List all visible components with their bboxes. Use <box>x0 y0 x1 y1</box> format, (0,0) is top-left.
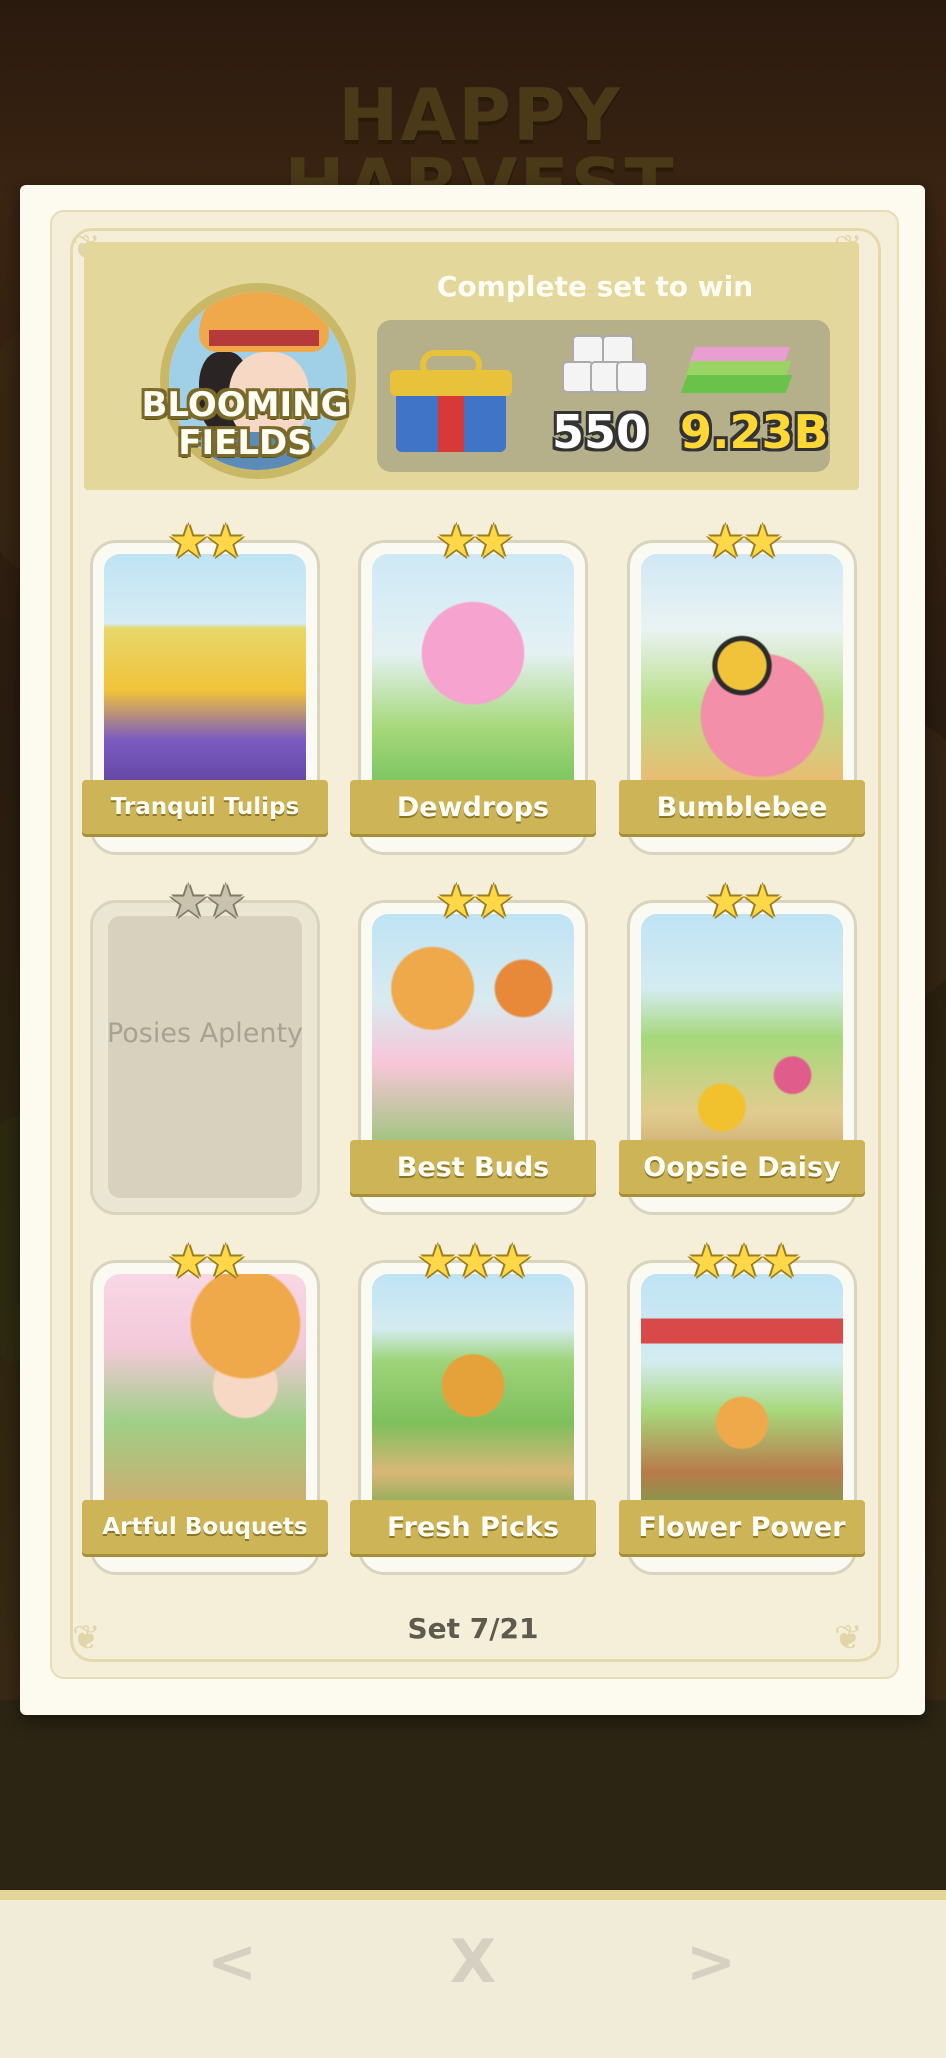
card-dewdrops[interactable]: Dewdrops ★★ <box>350 518 596 855</box>
card-stars: ★★ <box>435 874 514 928</box>
card-stars: ★★ <box>167 1234 246 1288</box>
card-name: Fresh Picks <box>350 1500 596 1554</box>
previous-set-button[interactable]: < <box>192 1912 272 2012</box>
next-set-button[interactable]: > <box>671 1912 751 2012</box>
corner-leaf-icon: ❦ <box>834 1618 863 1658</box>
card-oopsie-daisy[interactable]: Oopsie Daisy ★★ <box>619 878 865 1215</box>
card-name: Best Buds <box>350 1140 596 1194</box>
card-name: Oopsie Daisy <box>619 1140 865 1194</box>
card-stars: ★★ <box>704 874 783 928</box>
card-posies-aplenty-locked[interactable]: Posies Aplenty ★★ <box>90 878 320 1215</box>
card-art <box>641 554 843 802</box>
card-art <box>641 914 843 1162</box>
card-name: Bumblebee <box>619 780 865 834</box>
background-hud <box>0 1700 946 1890</box>
card-stars: ★★★ <box>417 1234 533 1288</box>
card-bumblebee[interactable]: Bumblebee ★★ <box>619 518 865 855</box>
set-name: BLOOMING FIELDS <box>141 385 349 463</box>
close-button[interactable]: X <box>433 1912 513 2012</box>
gift-box-icon <box>390 350 512 455</box>
set-progress-label: Set 7/21 <box>407 1612 539 1645</box>
card-name: Dewdrops <box>350 780 596 834</box>
card-stars: ★★ <box>167 514 246 568</box>
card-name: Artful Bouquets <box>82 1500 328 1554</box>
dice-icon <box>562 335 648 395</box>
card-name: Posies Aplenty <box>106 1018 304 1049</box>
card-art <box>641 1274 843 1522</box>
dice-reward-count: 550 <box>552 405 649 459</box>
cash-reward-amount: 9.23B <box>680 405 829 459</box>
corner-leaf-icon: ❦ <box>72 1618 101 1658</box>
card-art <box>372 554 574 802</box>
card-name: Tranquil Tulips <box>82 780 328 834</box>
card-art <box>372 1274 574 1522</box>
card-best-buds[interactable]: Best Buds ★★ <box>350 878 596 1215</box>
card-stars: ★★ <box>435 514 514 568</box>
complete-set-text: Complete set to win <box>436 270 754 303</box>
card-stars: ★★ <box>167 874 246 928</box>
card-artful-bouquets[interactable]: Artful Bouquets ★★ <box>82 1238 328 1575</box>
card-stars: ★★ <box>704 514 783 568</box>
card-stars: ★★★ <box>686 1234 802 1288</box>
card-name: Flower Power <box>619 1500 865 1554</box>
card-flower-power[interactable]: Flower Power ★★★ <box>619 1238 865 1575</box>
empty-card-slot <box>104 912 306 1202</box>
card-tranquil-tulips[interactable]: Tranquil Tulips ★★ <box>82 518 328 855</box>
cash-stack-icon <box>680 335 802 395</box>
card-art <box>104 1274 306 1522</box>
card-art <box>104 554 306 802</box>
card-fresh-picks[interactable]: Fresh Picks ★★★ <box>350 1238 596 1575</box>
card-art <box>372 914 574 1162</box>
